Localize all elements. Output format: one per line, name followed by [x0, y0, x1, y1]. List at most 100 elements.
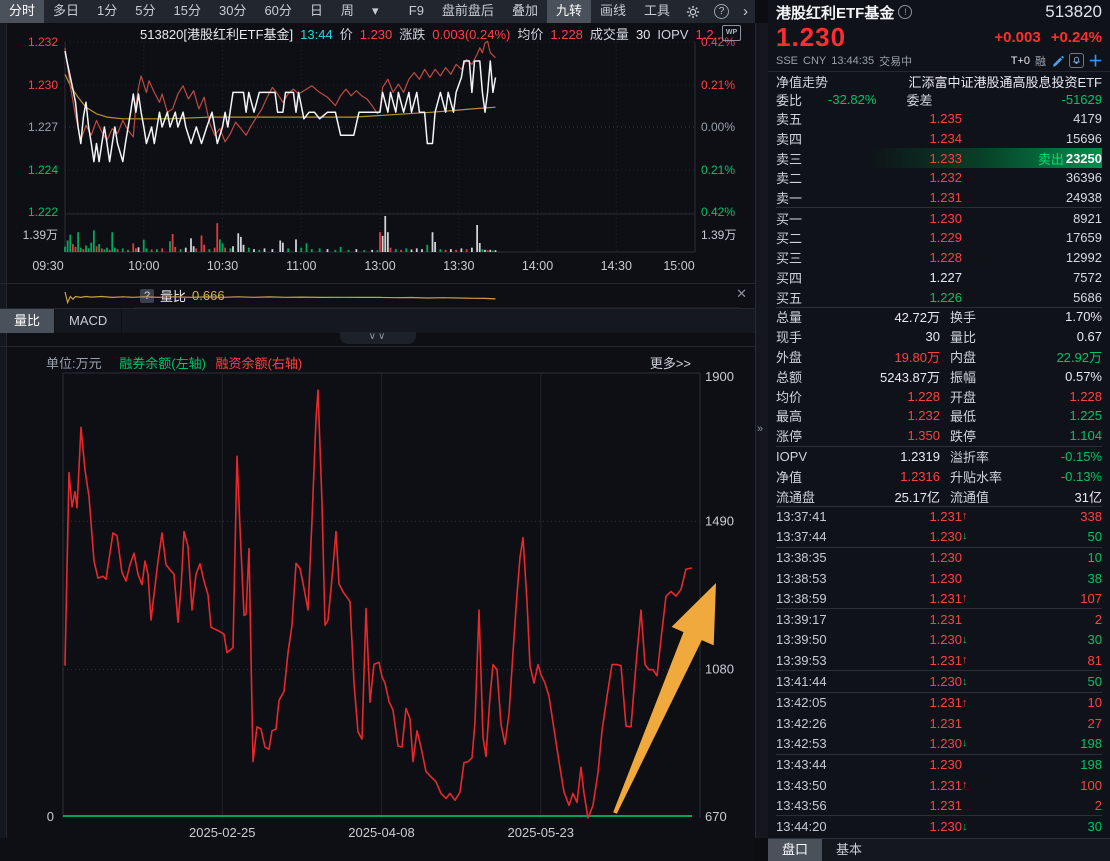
panel-tab-盘口[interactable]: 盘口	[768, 839, 822, 861]
trade-time: 13:37:44	[776, 529, 842, 544]
svg-text:2025-05-23: 2025-05-23	[508, 825, 575, 839]
trade-time: 13:44:20	[776, 819, 842, 834]
stat-label: 流通盘	[776, 487, 828, 506]
help-icon[interactable]: ?	[707, 0, 736, 23]
up-arrow-icon: ↑	[962, 592, 974, 604]
trade-row-11: 13:42:531.230↓198	[776, 733, 1102, 754]
trade-price: 1.230	[842, 736, 962, 751]
toolbar-item-工具[interactable]: 工具	[635, 0, 679, 23]
nav-fund-name[interactable]: 汇添富中证港股通高股息投资ETF	[908, 72, 1102, 91]
panel-tab-基本[interactable]: 基本	[822, 839, 876, 861]
price-change: +0.003+0.24%	[984, 29, 1102, 46]
stat-label: 振幅	[950, 367, 1026, 386]
nav-row[interactable]: 净值走势 汇添富中证港股通高股息投资ETF	[768, 71, 1110, 90]
toolbar-item-F9[interactable]: F9	[400, 0, 433, 23]
trade-price: 1.231	[842, 509, 962, 524]
order-row-卖一[interactable]: 卖一1.23124938	[776, 188, 1102, 209]
order-price: 1.234	[822, 131, 962, 146]
toolbar-item-30分[interactable]: 30分	[210, 0, 255, 23]
trade-volume: 198	[1080, 736, 1102, 751]
financing-chart[interactable]: 2025-02-252025-04-082025-05-231900149010…	[0, 347, 755, 839]
intraday-chart[interactable]: 1.2321.2301.2271.2241.2220.42%0.21%0.00%…	[0, 23, 755, 283]
trading-status: 交易中	[879, 53, 912, 69]
trade-row-13: 13:43:501.231↑100	[776, 775, 1102, 795]
order-row-买一[interactable]: 买一1.2308921	[776, 208, 1102, 228]
intraday-chart-section[interactable]: 513820[港股红利ETF基金]13:44价1.230涨跌0.003(0.24…	[0, 23, 755, 283]
trade-volume: 10	[1088, 550, 1102, 565]
toolbar-item-九转[interactable]: 九转	[547, 0, 591, 23]
legend-short-balance: 融券余额(左轴)	[119, 356, 206, 371]
more-link[interactable]: 更多>>	[650, 353, 691, 372]
quote-time: 13:44:35	[831, 55, 874, 67]
trade-list[interactable]: 13:37:411.231↑33813:37:441.230↓5013:38:3…	[768, 506, 1110, 837]
intraday-header-item-9: 30	[636, 27, 650, 42]
volume-ratio-sparkline	[0, 284, 755, 309]
indicator-tab-量比[interactable]: 量比	[0, 309, 55, 333]
toolbar-item-日[interactable]: 日	[301, 0, 332, 23]
svg-text:0.00%: 0.00%	[701, 120, 735, 134]
more-tools-chevron-icon[interactable]: ›	[736, 0, 755, 23]
order-price: 1.233	[822, 151, 962, 166]
toolbar-item-多日[interactable]: 多日	[44, 0, 88, 23]
weibi-label: 委比	[776, 90, 802, 109]
last-price: 1.230	[776, 22, 846, 53]
intraday-header-item-7: 1.228	[550, 27, 583, 42]
add-plus-icon[interactable]: ＋	[1089, 54, 1102, 67]
trade-time: 13:39:53	[776, 653, 842, 668]
order-row-买三[interactable]: 买三1.22812992	[776, 248, 1102, 268]
intraday-header-item-2: 价	[340, 27, 353, 42]
toolbar-item-15分[interactable]: 15分	[165, 0, 210, 23]
expand-icon[interactable]: »	[757, 423, 763, 435]
financing-chart-section[interactable]: 单位:万元 融券余额(左轴) 融资余额(右轴) 更多>> 2025-02-252…	[0, 346, 755, 839]
trade-time: 13:42:05	[776, 695, 842, 710]
intraday-header-item-1: 13:44	[300, 27, 333, 42]
stat-value: 0.57%	[1065, 369, 1102, 384]
period-dropdown-caret-icon[interactable]: ▾	[363, 0, 388, 23]
toolbar-item-盘前盘后[interactable]: 盘前盘后	[433, 0, 503, 23]
order-row-买五[interactable]: 买五1.2265686	[776, 287, 1102, 308]
trade-price: 1.230	[842, 529, 962, 544]
order-row-卖五[interactable]: 卖五1.2354179	[776, 109, 1102, 129]
info-icon[interactable]: !	[898, 5, 912, 19]
trade-row-3: 13:38:531.23038	[776, 568, 1102, 588]
order-row-卖二[interactable]: 卖二1.23236396	[776, 168, 1102, 188]
toolbar-item-60分[interactable]: 60分	[255, 0, 300, 23]
order-row-买四[interactable]: 买四1.2277572	[776, 268, 1102, 288]
order-row-卖四[interactable]: 卖四1.23415696	[776, 129, 1102, 149]
svg-text:11:00: 11:00	[286, 259, 316, 273]
chart-area: 513820[港股红利ETF基金]13:44价1.230涨跌0.003(0.24…	[0, 23, 755, 861]
order-row-买二[interactable]: 买二1.22917659	[776, 228, 1102, 248]
trade-volume: 100	[1080, 778, 1102, 793]
toolbar-item-分时[interactable]: 分时	[0, 0, 44, 23]
order-price: 1.228	[822, 250, 962, 265]
toolbar-item-周[interactable]: 周	[332, 0, 363, 23]
stat-value: 42.72万	[828, 307, 940, 326]
toolbar-item-5分[interactable]: 5分	[126, 0, 164, 23]
trade-row-6: 13:39:501.230↓30	[776, 630, 1102, 650]
collapse-chevron[interactable]: ∨∨	[340, 332, 416, 344]
alert-bell-icon[interactable]	[1069, 53, 1084, 68]
indicator-tab-MACD[interactable]: MACD	[55, 309, 122, 333]
svg-text:2025-04-08: 2025-04-08	[348, 825, 415, 839]
stat-row-4: 均价1.228开盘1.228	[776, 386, 1102, 406]
stat-label: 均价	[776, 387, 828, 406]
right-bottom-tabs: 盘口基本	[768, 838, 1110, 861]
toolbar-item-叠加[interactable]: 叠加	[503, 0, 547, 23]
stat-value: 1.2316	[828, 469, 940, 484]
trade-price: 1.231	[842, 653, 962, 668]
order-row-卖三[interactable]: 卖三1.233卖出23250	[776, 148, 1102, 168]
trade-volume: 107	[1080, 591, 1102, 606]
intraday-header: 513820[港股红利ETF基金]13:44价1.230涨跌0.003(0.24…	[140, 24, 731, 40]
stat-label: 现手	[776, 327, 828, 346]
trade-time: 13:38:59	[776, 591, 842, 606]
edit-pencil-icon[interactable]	[1051, 54, 1064, 67]
toolbar-item-画线[interactable]: 画线	[591, 0, 635, 23]
order-volume: 4179	[1073, 111, 1102, 126]
stat-value: 30	[828, 329, 940, 344]
gear-icon[interactable]	[679, 0, 707, 23]
stat-value: -0.13%	[1061, 469, 1102, 484]
indicator-tabs: 量比MACD	[0, 308, 755, 333]
stat-value: 0.67	[1077, 329, 1102, 344]
wp-note-icon[interactable]: WP	[722, 25, 741, 41]
toolbar-item-1分[interactable]: 1分	[88, 0, 126, 23]
